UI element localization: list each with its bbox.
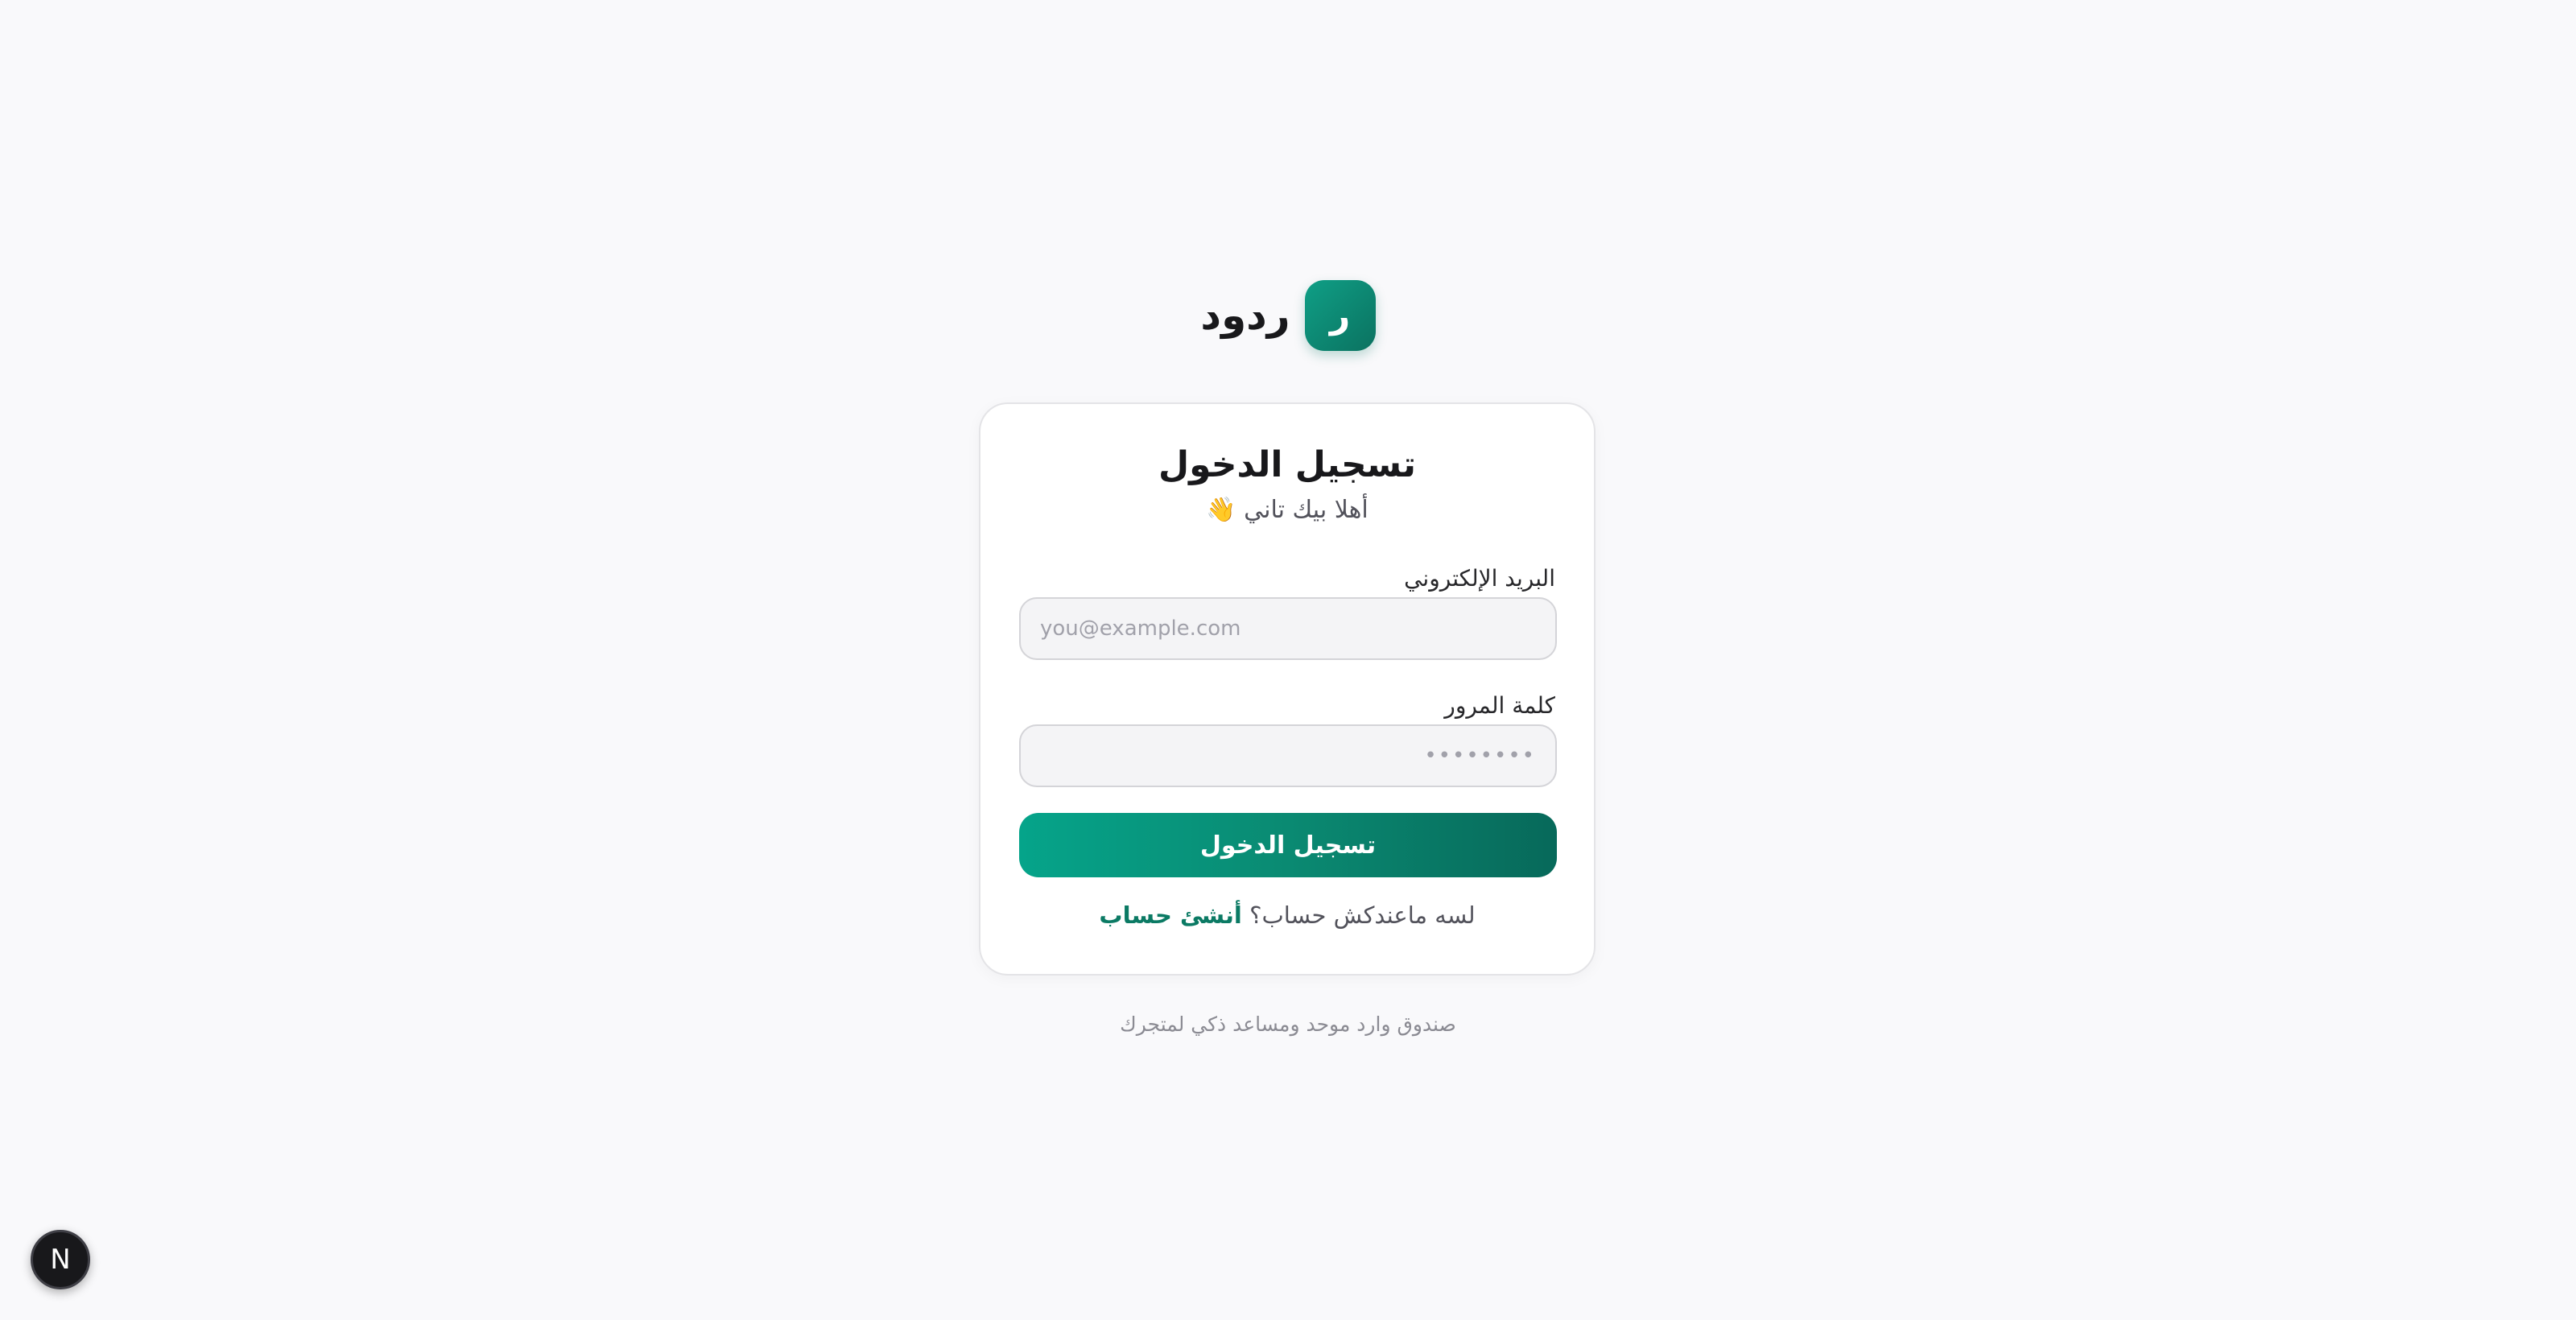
password-field[interactable] — [1019, 724, 1557, 787]
brand-logo-letter: ر — [1329, 295, 1351, 336]
footer-tagline: صندوق وارد موحد ومساعد ذكي لمتجرك — [1120, 1013, 1456, 1036]
brand-name: ردود — [1200, 292, 1290, 339]
signup-row: لسه ماعندكش حساب؟ أنشئ حساب — [980, 901, 1594, 929]
brand-logo-icon: ر — [1304, 280, 1376, 351]
brand-header: ر ردود — [0, 280, 2576, 351]
login-title: تسجيل الدخول — [1158, 444, 1417, 485]
signup-prompt: لسه ماعندكش حساب؟ — [1249, 901, 1476, 929]
email-field[interactable] — [1019, 597, 1557, 660]
password-label: كلمة المرور — [1444, 692, 1555, 719]
login-button[interactable]: تسجيل الدخول — [1019, 813, 1557, 877]
login-subtitle: أهلا بيك تاني 👋 — [1206, 496, 1368, 524]
email-label: البريد الإلكتروني — [1404, 565, 1555, 592]
nextjs-logo-icon[interactable]: N — [31, 1230, 90, 1289]
dev-badge-letter: N — [50, 1244, 71, 1276]
create-account-link[interactable]: أنشئ حساب — [1099, 901, 1241, 929]
login-card: تسجيل الدخول أهلا بيك تاني 👋 البريد الإل… — [979, 402, 1596, 976]
